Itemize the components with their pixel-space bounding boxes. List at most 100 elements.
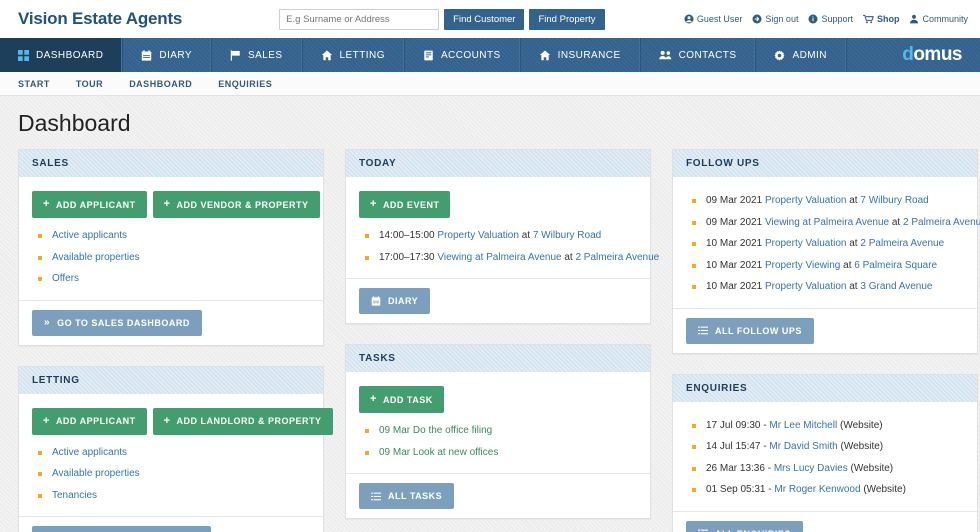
- followup-subject[interactable]: Property Viewing: [765, 260, 840, 271]
- nav-item-sales[interactable]: SALES: [211, 38, 302, 72]
- list-item: Available properties: [38, 468, 310, 481]
- add-letting-applicant-button[interactable]: + ADD APPLICANT: [32, 407, 147, 435]
- enquiry-name[interactable]: Mr Roger Kenwood: [774, 484, 860, 495]
- enquiry-name[interactable]: Mr Lee Mitchell: [769, 420, 837, 431]
- util-link-support[interactable]: Support: [808, 14, 853, 24]
- button-label: ADD LANDLORD & PROPERTY: [176, 416, 322, 426]
- list-item: 26 Mar 13:36 - Mrs Lucy Davies (Website): [692, 463, 964, 476]
- enquiry-source: (Website): [850, 462, 894, 474]
- column-right: FOLLOW UPS 09 Mar 2021 Property Valuatio…: [672, 149, 980, 532]
- letting-link-available-properties[interactable]: Available properties: [52, 468, 140, 479]
- home-icon: [321, 49, 333, 61]
- followup-location[interactable]: 2 Palmeira Avenue: [860, 238, 944, 249]
- panel-follow-ups-body: 09 Mar 2021 Property Valuation at 7 Wilb…: [673, 177, 980, 308]
- calendar-icon: [371, 296, 381, 306]
- task-date[interactable]: 09 Mar: [379, 425, 410, 436]
- sales-link-offers[interactable]: Offers: [52, 273, 79, 284]
- panel-follow-ups: FOLLOW UPS 09 Mar 2021 Property Valuatio…: [672, 149, 980, 354]
- flag-icon: [230, 49, 241, 61]
- letting-link-active-applicants[interactable]: Active applicants: [52, 447, 127, 458]
- search-input[interactable]: [279, 8, 440, 30]
- panel-letting-footer: » GO TO LETTING DASHBOARD: [19, 516, 323, 532]
- panel-letting-body: + ADD APPLICANT + ADD LANDLORD & PROPERT…: [19, 394, 333, 517]
- nav-item-admin[interactable]: ADMIN: [755, 38, 846, 72]
- nav-item-diary[interactable]: DIARY: [122, 38, 212, 72]
- followup-subject[interactable]: Property Valuation: [765, 238, 847, 249]
- utility-links: Guest User Sign out Support Shop Communi…: [684, 14, 968, 24]
- domus-logo-accent: d: [902, 44, 914, 65]
- followup-date: 09 Mar 2021: [706, 216, 763, 228]
- nav-item-dashboard[interactable]: DASHBOARD: [0, 38, 123, 72]
- all-tasks-button[interactable]: ALL TASKS: [359, 483, 455, 509]
- add-sales-applicant-button[interactable]: + ADD APPLICANT: [32, 191, 147, 218]
- enquiry-name[interactable]: Mr David Smith: [769, 441, 837, 452]
- button-label: ADD EVENT: [382, 199, 440, 210]
- util-link-label: Shop: [876, 14, 900, 24]
- nav-item-contacts[interactable]: CONTACTS: [639, 38, 756, 72]
- nav-item-letting[interactable]: LETTING: [301, 38, 404, 72]
- followup-location[interactable]: 2 Palmeira Avenue: [903, 217, 980, 228]
- list-item: 17:00–17:30 Viewing at Palmeira Avenue a…: [365, 252, 659, 265]
- subnav-item-tour[interactable]: TOUR: [76, 79, 103, 89]
- nav-item-accounts[interactable]: ACCOUNTS: [403, 38, 520, 72]
- diary-button[interactable]: DIARY: [359, 288, 431, 314]
- find-property-button[interactable]: Find Property: [529, 8, 605, 30]
- add-task-button[interactable]: + ADD TASK: [359, 386, 444, 413]
- add-vendor-property-button[interactable]: + ADD VENDOR & PROPERTY: [152, 191, 320, 218]
- panel-tasks: TASKS + ADD TASK 09 Mar Do the office fi…: [345, 344, 651, 519]
- task-text[interactable]: Do the office filing: [413, 425, 492, 436]
- event-subject[interactable]: Property Valuation: [437, 230, 519, 241]
- nav-item-label: SALES: [248, 49, 283, 61]
- enquiry-datetime: 14 Jul 15:47 -: [706, 441, 767, 452]
- util-link-guest-user[interactable]: Guest User: [684, 14, 743, 24]
- subnav-item-dashboard[interactable]: DASHBOARD: [129, 79, 192, 89]
- followup-date: 10 Mar 2021: [706, 238, 763, 249]
- followup-date: 10 Mar 2021: [706, 259, 763, 271]
- followup-location[interactable]: 3 Grand Avenue: [860, 281, 932, 292]
- all-enquiries-button[interactable]: ALL ENQUIRIES: [686, 520, 803, 532]
- task-text[interactable]: Look at new offices: [413, 447, 498, 458]
- plus-icon: +: [163, 198, 171, 210]
- button-label: ALL TASKS: [388, 491, 443, 501]
- followup-subject[interactable]: Property Valuation: [765, 195, 847, 206]
- event-location[interactable]: 2 Palmeira Avenue: [575, 252, 659, 263]
- list-item: Active applicants: [38, 230, 310, 243]
- letting-link-tenancies[interactable]: Tenancies: [52, 490, 97, 501]
- list-icon: [698, 326, 708, 335]
- go-to-sales-dashboard-button[interactable]: » GO TO SALES DASHBOARD: [32, 309, 202, 336]
- util-link-community[interactable]: Community: [909, 14, 968, 24]
- plus-icon: +: [370, 198, 377, 210]
- util-link-sign-out[interactable]: Sign out: [752, 14, 798, 24]
- button-label: ADD APPLICANT: [55, 199, 136, 210]
- followup-subject[interactable]: Property Valuation: [765, 281, 847, 292]
- followup-location[interactable]: 6 Palmeira Square: [854, 260, 937, 271]
- plus-icon: +: [370, 393, 377, 405]
- sales-link-available-properties[interactable]: Available properties: [52, 252, 140, 263]
- nav-item-insurance[interactable]: INSURANCE: [519, 38, 640, 72]
- util-link-shop[interactable]: Shop: [862, 14, 900, 24]
- enquiry-name[interactable]: Mrs Lucy Davies: [774, 463, 848, 474]
- event-subject[interactable]: Viewing at Palmeira Avenue: [437, 252, 561, 263]
- enquiry-datetime: 17 Jul 09:30 -: [706, 419, 767, 431]
- subnav-item-enquiries[interactable]: ENQUIRIES: [218, 79, 272, 89]
- add-event-button[interactable]: + ADD EVENT: [359, 191, 451, 218]
- sales-link-active-applicants[interactable]: Active applicants: [52, 230, 127, 241]
- panel-letting-links: Active applicants Available properties T…: [32, 443, 310, 507]
- followup-subject[interactable]: Viewing at Palmeira Avenue: [765, 217, 889, 228]
- plus-icon: +: [43, 198, 50, 210]
- util-link-label: Sign out: [765, 14, 799, 24]
- user-circle-icon: [684, 14, 694, 24]
- add-landlord-property-button[interactable]: + ADD LANDLORD & PROPERTY: [152, 407, 333, 435]
- go-to-letting-dashboard-button[interactable]: » GO TO LETTING DASHBOARD: [32, 526, 212, 532]
- subnav-item-start[interactable]: START: [18, 79, 50, 89]
- dashboard-columns: SALES + ADD APPLICANT + ADD VENDOR & PRO…: [0, 149, 980, 532]
- all-follow-ups-button[interactable]: ALL FOLLOW UPS: [686, 317, 814, 344]
- task-date[interactable]: 09 Mar: [379, 447, 410, 458]
- followup-location[interactable]: 7 Wilbury Road: [860, 195, 928, 206]
- util-link-label: Guest User: [696, 14, 743, 24]
- find-customer-button[interactable]: Find Customer: [444, 8, 525, 30]
- nav-spacer: [845, 38, 902, 72]
- event-location[interactable]: 7 Wilbury Road: [533, 230, 601, 241]
- list-item: 14 Jul 15:47 - Mr David Smith (Website): [692, 441, 964, 454]
- list-item: Tenancies: [38, 490, 310, 503]
